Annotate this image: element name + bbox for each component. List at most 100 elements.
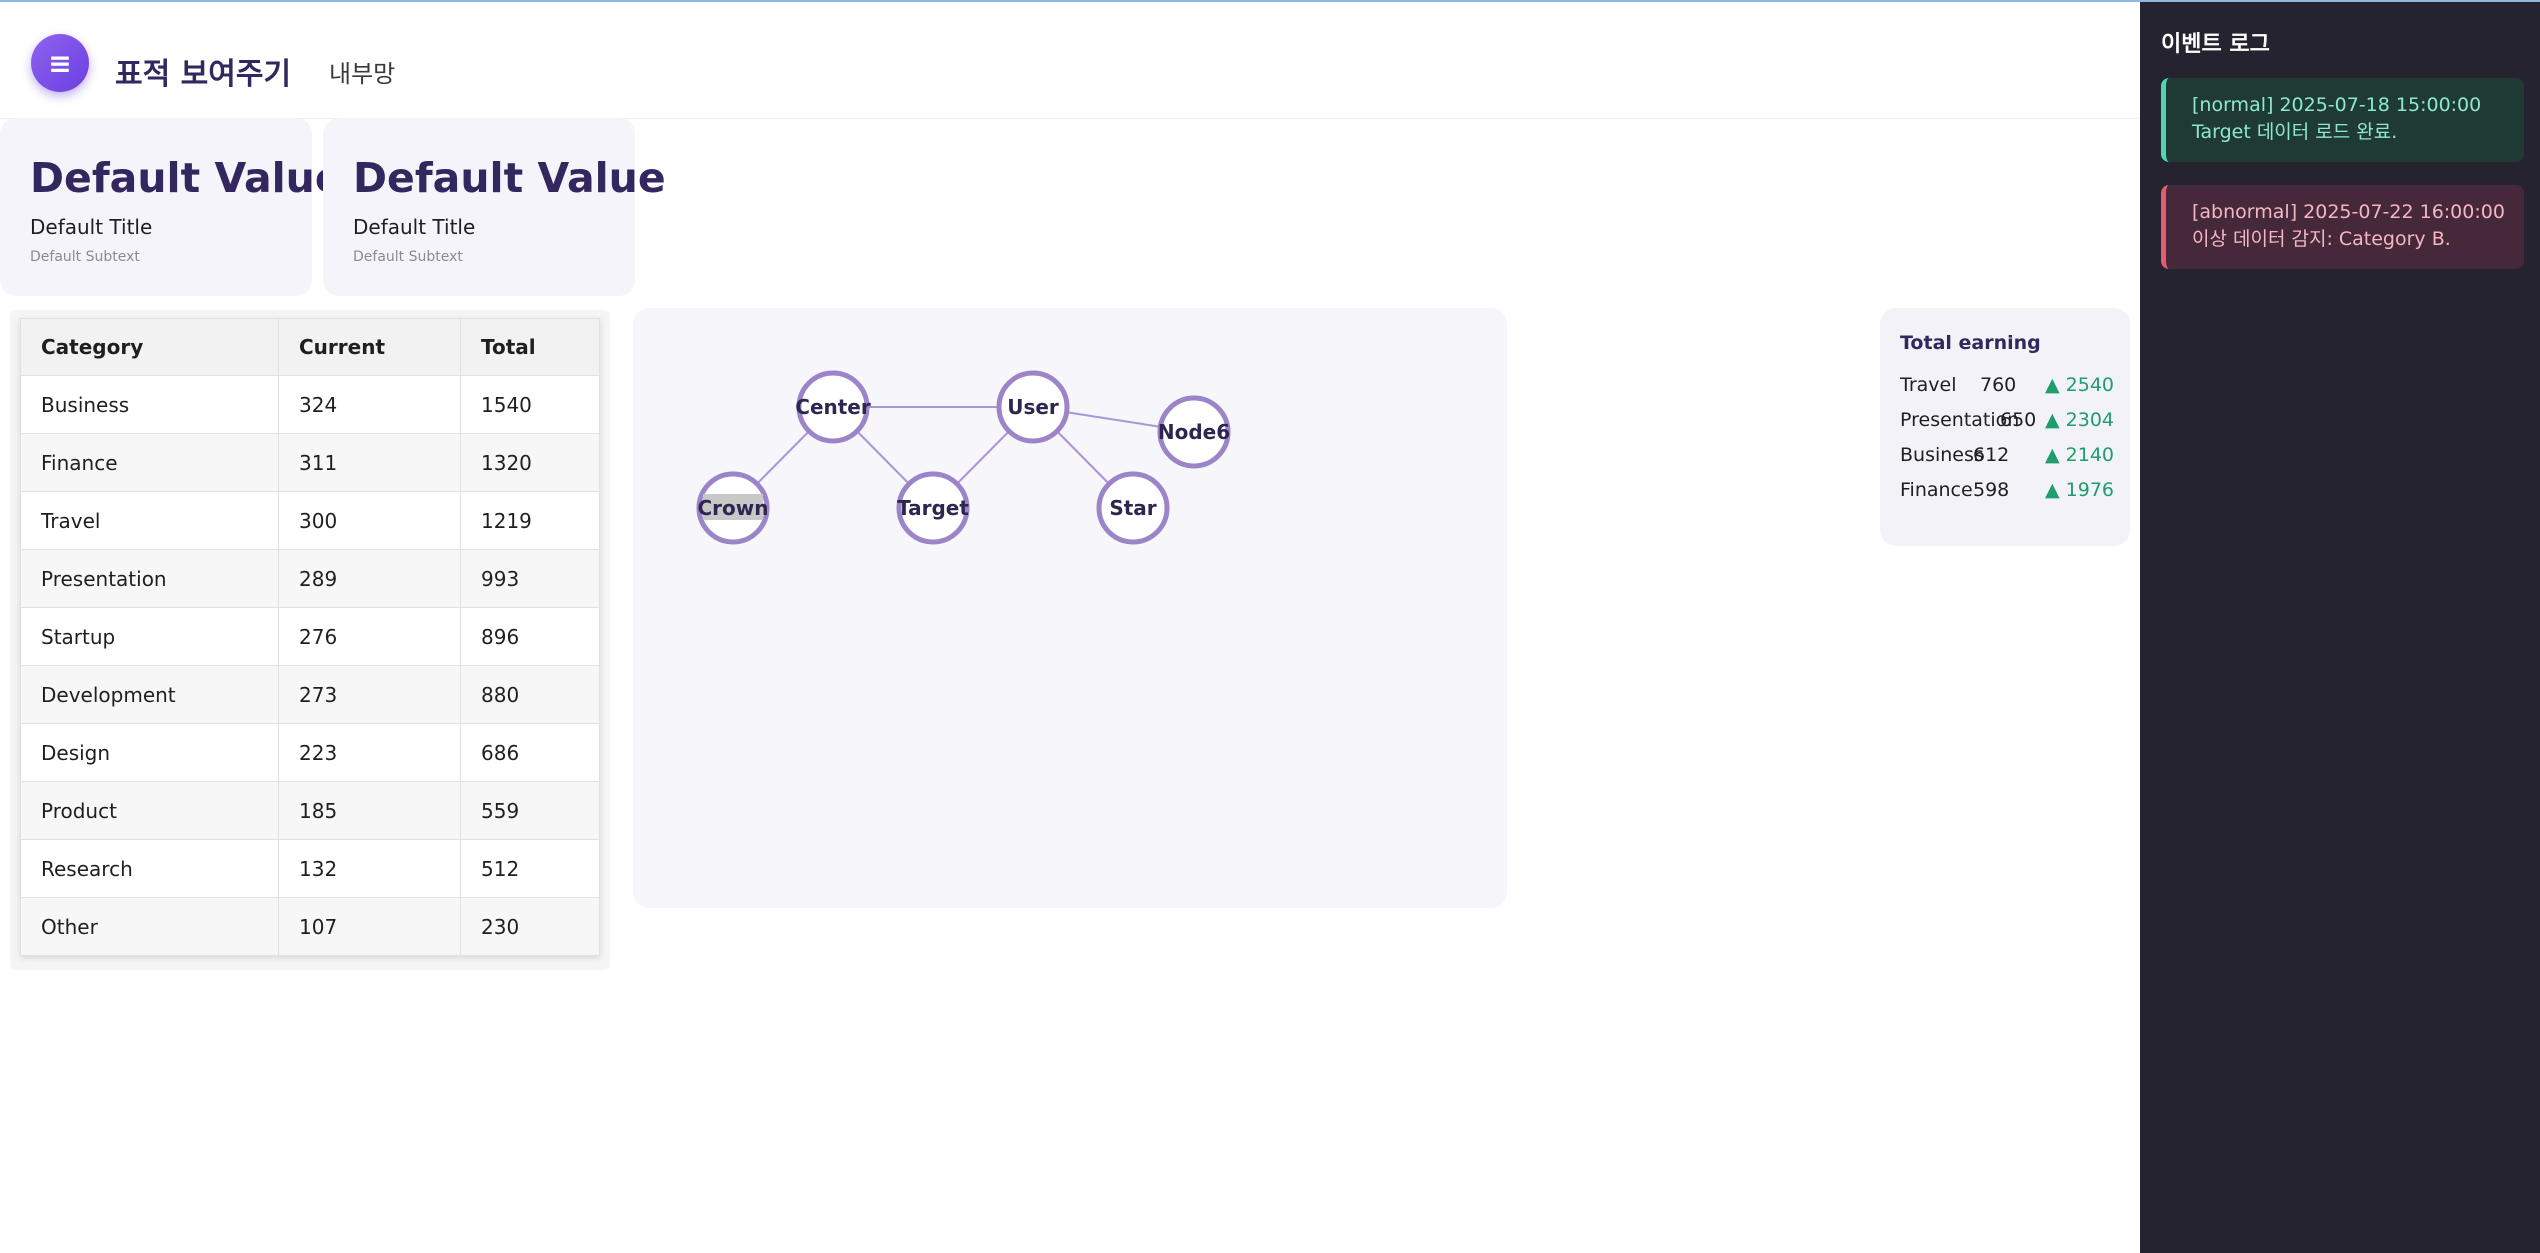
earning-total: ▲ 2304 xyxy=(2045,409,2114,431)
earning-category: Business xyxy=(1900,444,1984,466)
menu-button[interactable]: ≡ xyxy=(31,34,89,92)
total-earning-widget: Total earning Travel 760 ▲ 2540 Presentatio… xyxy=(1880,308,2130,546)
trend-up-icon: ▲ xyxy=(2045,479,2066,501)
table-row[interactable]: Business 324 1540 xyxy=(20,375,600,434)
table-cell: 993 xyxy=(460,549,600,608)
graph-node-label: Target xyxy=(897,496,969,520)
earning-current: 760 xyxy=(1980,374,2017,396)
table-row[interactable]: Travel 300 1219 xyxy=(20,491,600,550)
table-cell: Travel xyxy=(20,491,279,550)
table-row[interactable]: Finance 311 1320 xyxy=(20,433,600,492)
table-cell: Design xyxy=(20,723,279,782)
table-cell: Finance xyxy=(20,433,279,492)
category-table-panel: Category Current Total Business 324 1540 Fi… xyxy=(10,310,610,970)
kpi-value: Default Value xyxy=(30,154,343,202)
network-graph: Center User Node6 Crown Target Star xyxy=(696,370,1231,545)
table-cell: 276 xyxy=(278,607,461,666)
table-cell: 324 xyxy=(278,375,461,434)
earning-category: Travel xyxy=(1900,374,1957,396)
graph-node-star[interactable]: Star xyxy=(1096,471,1170,545)
table-cell: 289 xyxy=(278,549,461,608)
table-cell: Research xyxy=(20,839,279,898)
table-cell: 896 xyxy=(460,607,600,666)
event-log-title: 이벤트 로그 xyxy=(2161,32,2270,57)
kpi-card: Default Value Default Title Default Subt… xyxy=(323,118,666,296)
graph-node-target[interactable]: Target xyxy=(896,471,970,545)
page-title: 표적 보여주기 xyxy=(115,57,292,92)
column-header[interactable]: Category xyxy=(20,318,279,376)
log-entry-abnormal[interactable]: [abnormal] 2025-07-22 16:00:00 이상 데이터 감지… xyxy=(2161,185,2524,269)
kpi-subtext: Default Subtext xyxy=(353,249,463,265)
network-graph-panel: Center User Node6 Crown Target Star xyxy=(633,308,1507,908)
kpi-value: Default Value xyxy=(353,154,666,202)
graph-node-node6[interactable]: Node6 xyxy=(1157,395,1231,469)
menu-icon: ≡ xyxy=(48,46,72,80)
earning-current: 612 xyxy=(1973,444,2010,466)
table-cell: 1540 xyxy=(460,375,600,434)
graph-node-label: Center xyxy=(795,395,871,419)
earning-total: ▲ 2540 xyxy=(2045,374,2114,396)
earning-total-value: 2140 xyxy=(2065,444,2115,466)
table-cell: 880 xyxy=(460,665,600,724)
kpi-card: Default Value Default Title Default Subt… xyxy=(0,118,343,296)
table-cell: 1219 xyxy=(460,491,600,550)
category-table: Category Current Total Business 324 1540 Fi… xyxy=(20,318,600,956)
header: ≡ 표적 보여주기 내부망 xyxy=(0,0,2140,119)
earning-total-value: 2540 xyxy=(2065,374,2115,396)
table-cell: 1320 xyxy=(460,433,600,492)
table-cell: Product xyxy=(20,781,279,840)
table-row[interactable]: Design 223 686 xyxy=(20,723,600,782)
graph-node-label: User xyxy=(1007,395,1059,419)
table-row[interactable]: Development 273 880 xyxy=(20,665,600,724)
graph-node-label: Node6 xyxy=(1158,420,1230,444)
kpi-title: Default Title xyxy=(353,215,476,239)
table-cell: 686 xyxy=(460,723,600,782)
log-entry-header: [abnormal] 2025-07-22 16:00:00 xyxy=(2192,201,2505,223)
graph-node-center[interactable]: Center xyxy=(795,370,871,444)
table-cell: 107 xyxy=(278,897,461,956)
earning-total-value: 1976 xyxy=(2065,479,2115,501)
table-row[interactable]: Presentation 289 993 xyxy=(20,549,600,608)
earning-current: 598 xyxy=(1973,479,2010,501)
table-row[interactable]: Product 185 559 xyxy=(20,781,600,840)
table-row[interactable]: Research 132 512 xyxy=(20,839,600,898)
earning-total-value: 2304 xyxy=(2065,409,2115,431)
kpi-title: Default Title xyxy=(30,215,153,239)
table-row[interactable]: Other 107 230 xyxy=(20,897,600,956)
earning-title: Total earning xyxy=(1900,332,2041,354)
column-header[interactable]: Total xyxy=(460,318,600,376)
table-cell: 132 xyxy=(278,839,461,898)
log-entry-header: [normal] 2025-07-18 15:00:00 xyxy=(2192,94,2482,116)
graph-node-label: Crown xyxy=(698,496,769,520)
kpi-subtext: Default Subtext xyxy=(30,249,140,265)
table-cell: 273 xyxy=(278,665,461,724)
trend-up-icon: ▲ xyxy=(2045,444,2066,466)
table-cell: Presentation xyxy=(20,549,279,608)
graph-node-crown[interactable]: Crown xyxy=(696,471,770,545)
table-cell: 512 xyxy=(460,839,600,898)
earning-total: ▲ 2140 xyxy=(2045,444,2114,466)
table-cell: 223 xyxy=(278,723,461,782)
log-entry-normal[interactable]: [normal] 2025-07-18 15:00:00 Target 데이터 … xyxy=(2161,78,2524,162)
table-cell: 230 xyxy=(460,897,600,956)
table-row[interactable]: Startup 276 896 xyxy=(20,607,600,666)
log-entry-message: 이상 데이터 감지: Category B. xyxy=(2192,228,2451,250)
earning-category: Finance xyxy=(1900,479,1973,501)
graph-node-label: Star xyxy=(1109,496,1156,520)
table-cell: Startup xyxy=(20,607,279,666)
trend-up-icon: ▲ xyxy=(2045,409,2066,431)
graph-node-user[interactable]: User xyxy=(996,370,1070,444)
event-log-panel: 이벤트 로그 [normal] 2025-07-18 15:00:00 Targ… xyxy=(2140,2,2540,1253)
table-cell: 559 xyxy=(460,781,600,840)
table-cell: Business xyxy=(20,375,279,434)
table-cell: 300 xyxy=(278,491,461,550)
column-header[interactable]: Current xyxy=(278,318,461,376)
table-header-row: Category Current Total xyxy=(20,318,600,376)
log-entry-message: Target 데이터 로드 완료. xyxy=(2192,121,2398,143)
earning-total: ▲ 1976 xyxy=(2045,479,2114,501)
table-cell: 311 xyxy=(278,433,461,492)
table-cell: Development xyxy=(20,665,279,724)
trend-up-icon: ▲ xyxy=(2045,374,2066,396)
table-cell: Other xyxy=(20,897,279,956)
table-cell: 185 xyxy=(278,781,461,840)
